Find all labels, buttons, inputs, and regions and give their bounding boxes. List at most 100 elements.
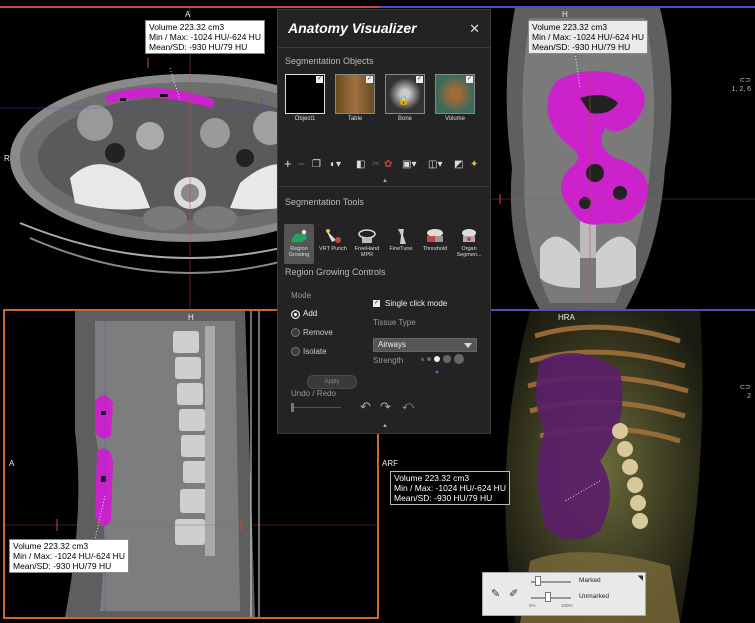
measurement-minmax: Min / Max: -1024 HU/-624 HU <box>13 551 125 561</box>
tool-label: Organ Segmen... <box>456 246 482 258</box>
lock-icon: 🔒 <box>398 95 410 105</box>
close-button[interactable]: ✕ <box>469 21 480 37</box>
volume-measurement-label[interactable]: Volume 223.32 cm3 Min / Max: -1024 HU/-6… <box>9 539 129 573</box>
measurement-minmax: Min / Max: -1024 HU/-624 HU <box>394 483 506 493</box>
segmentation-tools-header: Segmentation Tools <box>285 197 364 207</box>
visibility-menu-icon[interactable]: ◐▾ <box>330 159 341 170</box>
wand-icon[interactable]: ✦ <box>470 159 478 170</box>
tool-region-growing[interactable]: Region Growing <box>284 224 314 264</box>
linked-viewports-badge: 2 <box>747 393 751 400</box>
collapse-arrow-icon[interactable]: ▲ <box>382 423 388 429</box>
region-growing-icon <box>288 226 310 246</box>
unmarked-slider-handle[interactable] <box>545 592 551 602</box>
volume-measurement-label[interactable]: Volume 223.32 cm3 Min / Max: -1024 HU/-6… <box>145 20 265 54</box>
unmarked-label: Unmarked <box>579 593 609 600</box>
mode-isolate-radio[interactable] <box>291 347 300 356</box>
divider <box>278 47 490 48</box>
tool-label: VRT Punch <box>319 246 347 252</box>
link-icon[interactable]: ⊂⊃ <box>739 383 751 391</box>
linked-viewports-badge: 1, 2, 6 <box>731 86 751 93</box>
unmarked-brush-icon[interactable]: ✐ <box>509 587 518 600</box>
orientation-top: HRA <box>558 313 575 322</box>
strength-label: Strength <box>373 356 404 365</box>
marked-unmarked-overlay: ✎ ✐ Marked Unmarked 0% 100% ◥ <box>482 572 646 616</box>
tool-finetune[interactable]: FineTune <box>386 224 416 252</box>
strength-level-5[interactable] <box>454 354 464 364</box>
undo-slider-track[interactable] <box>291 407 341 408</box>
cut-icon[interactable]: ✂ <box>372 159 380 170</box>
mask-icon[interactable]: ◩ <box>454 159 463 170</box>
strength-level-3[interactable] <box>434 356 440 362</box>
mode-remove-radio[interactable] <box>291 328 300 337</box>
strength-level-1[interactable] <box>421 358 424 361</box>
orientation-left: R <box>4 154 10 163</box>
layer-menu-icon[interactable]: ◫▾ <box>428 159 442 170</box>
remove-icon[interactable]: − <box>298 157 305 171</box>
measurement-minmax: Min / Max: -1024 HU/-624 HU <box>532 32 644 42</box>
tool-label: FineTune <box>389 246 413 252</box>
vrt-punch-icon <box>322 226 344 246</box>
volume-thumbnail[interactable]: ✓ Volume <box>433 74 477 128</box>
measurement-volume: Volume 223.32 cm3 <box>532 22 608 32</box>
single-click-checkbox[interactable]: ✓ <box>373 300 380 307</box>
tissue-type-label: Tissue Type <box>373 318 416 327</box>
invert-icon[interactable]: ◧ <box>356 159 365 170</box>
tool-freehand-mpr[interactable]: FreeHand MPR <box>352 224 382 258</box>
freehand-mpr-icon <box>356 226 378 246</box>
collapse-arrow-icon[interactable]: ▲ <box>382 178 388 184</box>
tissue-type-select[interactable]: Airways <box>373 338 477 352</box>
divider <box>278 186 490 187</box>
bone-thumbnail[interactable]: ✓ 🔒 Bone <box>383 74 427 128</box>
tool-vrt-punch[interactable]: VRT Punch <box>318 224 348 252</box>
anatomy-visualizer-panel: Anatomy Visualizer ✕ Segmentation Object… <box>277 9 491 434</box>
orientation-top: A <box>185 10 191 19</box>
undo-redo-label: Undo / Redo <box>291 389 336 398</box>
mode-add-radio[interactable] <box>291 310 300 319</box>
single-click-label[interactable]: Single click mode <box>385 299 447 308</box>
mode-remove-label[interactable]: Remove <box>303 328 333 337</box>
undo-slider-handle[interactable] <box>291 403 294 412</box>
color-menu-icon[interactable]: ▣▾ <box>402 159 416 170</box>
strength-level-2[interactable] <box>427 357 431 361</box>
tool-threshold[interactable]: Threshold <box>420 224 450 252</box>
volume-measurement-label[interactable]: Volume 223.32 cm3 Min / Max: -1024 HU/-6… <box>528 20 648 54</box>
marked-slider-handle[interactable] <box>535 576 541 586</box>
reset-icon[interactable]: ⤺ <box>402 400 414 413</box>
volume-measurement-label[interactable]: Volume 223.32 cm3 Min / Max: -1024 HU/-6… <box>390 471 510 505</box>
measurement-minmax: Min / Max: -1024 HU/-624 HU <box>149 32 261 42</box>
tissue-type-value: Airways <box>378 340 407 349</box>
visibility-checkbox[interactable]: ✓ <box>416 76 423 83</box>
measurement-volume: Volume 223.32 cm3 <box>149 22 225 32</box>
measurement-mean-sd: Mean/SD: -930 HU/79 HU <box>394 493 493 503</box>
segmentation-toolbar: + − ❐ ◐▾ ◧ ✂ ✿ ▣▾ ◫▾ ◩ ✦ <box>282 156 488 175</box>
scale-max: 100% <box>561 603 573 608</box>
mode-add-label[interactable]: Add <box>303 309 317 318</box>
threshold-icon <box>424 226 446 246</box>
visibility-checkbox[interactable]: ✓ <box>366 76 373 83</box>
marked-brush-icon[interactable]: ✎ <box>491 587 500 600</box>
table-thumbnail[interactable]: ✓ Table <box>333 74 377 128</box>
visibility-checkbox[interactable]: ✓ <box>466 76 473 83</box>
strength-level-4[interactable] <box>443 355 451 363</box>
mode-isolate-label[interactable]: Isolate <box>303 347 327 356</box>
orientation-top: H <box>562 10 568 19</box>
measurement-volume: Volume 223.32 cm3 <box>394 473 470 483</box>
expand-icon[interactable]: ◥ <box>638 574 643 582</box>
undo-icon[interactable]: ↶ <box>360 399 371 415</box>
object1-thumbnail[interactable]: ✓ Object1 <box>283 74 327 128</box>
tool-organ-segmentation[interactable]: Organ Segmen... <box>454 224 484 258</box>
measurement-mean-sd: Mean/SD: -930 HU/79 HU <box>13 561 112 571</box>
redo-icon[interactable]: ↷ <box>380 399 391 415</box>
duplicate-icon[interactable]: ❐ <box>312 159 321 170</box>
paint-icon[interactable]: ✿ <box>384 159 392 170</box>
tool-label: Threshold <box>422 246 448 252</box>
visibility-checkbox[interactable]: ✓ <box>316 76 323 83</box>
segmentation-objects-list: ✓ Object1 ✓ Table ✓ 🔒 Bone ✓ Volume <box>283 74 485 140</box>
apply-button[interactable]: Apply <box>307 375 357 389</box>
measurement-mean-sd: Mean/SD: -930 HU/79 HU <box>532 42 631 52</box>
orientation-left: A <box>9 459 15 468</box>
link-icon[interactable]: ⊂⊃ <box>739 76 751 84</box>
unmarked-slider-track[interactable] <box>531 597 571 599</box>
organ-segmentation-icon <box>458 226 480 246</box>
add-icon[interactable]: + <box>284 156 292 171</box>
